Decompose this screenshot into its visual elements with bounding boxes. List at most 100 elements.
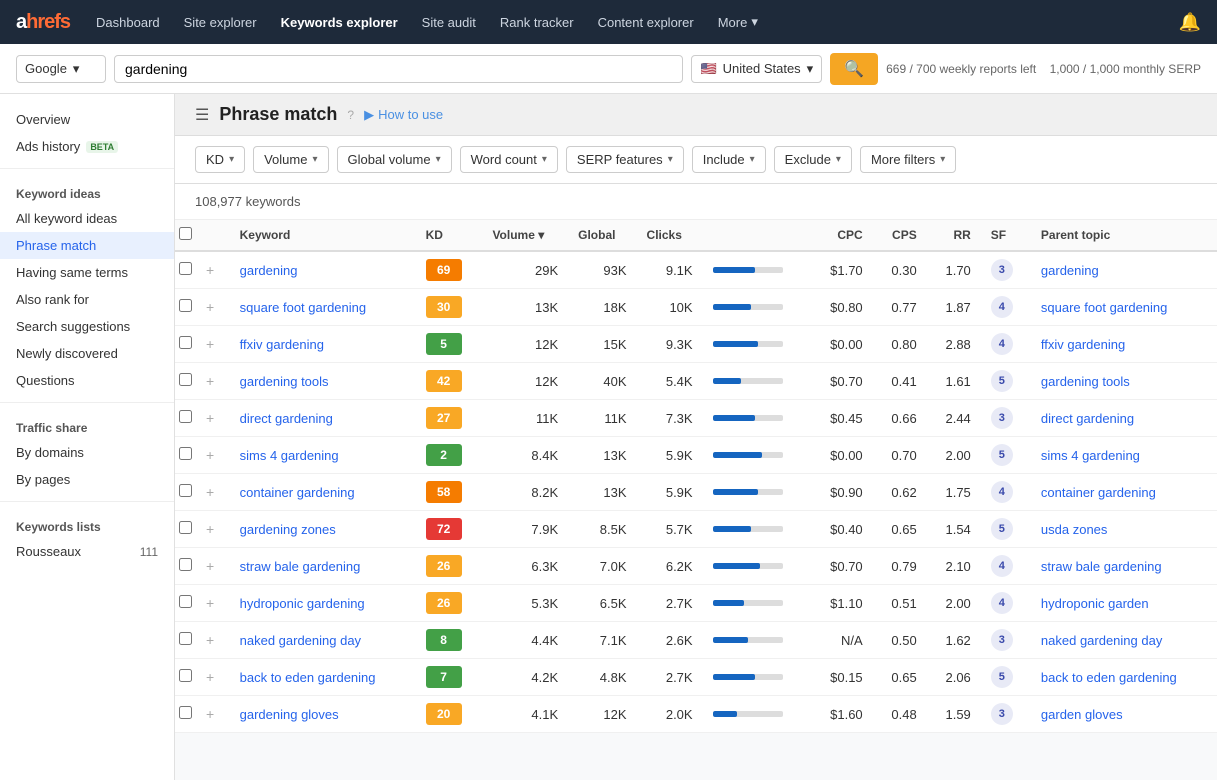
add-keyword-button[interactable]: + [206, 706, 214, 722]
parent-topic-link[interactable]: square foot gardening [1041, 300, 1167, 315]
add-keyword-button[interactable]: + [206, 521, 214, 537]
keyword-link[interactable]: container gardening [240, 485, 355, 500]
nav-more[interactable]: More ▾ [708, 8, 768, 36]
filter-more-filters[interactable]: More filters ▾ [860, 146, 956, 173]
add-keyword-button[interactable]: + [206, 373, 214, 389]
sidebar-item-search-suggestions[interactable]: Search suggestions [0, 313, 174, 340]
keyword-link[interactable]: direct gardening [240, 411, 333, 426]
add-keyword-button[interactable]: + [206, 447, 214, 463]
filter-global-volume[interactable]: Global volume ▾ [337, 146, 452, 173]
row-checkbox[interactable] [179, 521, 192, 534]
parent-topic-link[interactable]: garden gloves [1041, 707, 1123, 722]
menu-icon[interactable]: ☰ [195, 105, 209, 125]
search-input[interactable] [114, 55, 683, 83]
parent-topic-link[interactable]: ffxiv gardening [1041, 337, 1125, 352]
sidebar-item-by-pages[interactable]: By pages [0, 466, 174, 493]
row-checkbox[interactable] [179, 336, 192, 349]
th-volume[interactable]: Volume ▾ [482, 220, 568, 251]
global-cell: 4.8K [568, 659, 636, 696]
filter-word-count[interactable]: Word count ▾ [460, 146, 558, 173]
row-checkbox[interactable] [179, 299, 192, 312]
select-all-checkbox[interactable] [179, 227, 192, 240]
keyword-link[interactable]: ffxiv gardening [240, 337, 324, 352]
sidebar-item-phrase-match[interactable]: Phrase match [0, 232, 174, 259]
parent-topic-link[interactable]: container gardening [1041, 485, 1156, 500]
nav-site-explorer[interactable]: Site explorer [174, 9, 267, 36]
parent-topic-link[interactable]: direct gardening [1041, 411, 1134, 426]
nav-keywords-explorer[interactable]: Keywords explorer [271, 9, 408, 36]
sidebar-item-questions[interactable]: Questions [0, 367, 174, 394]
filter-kd[interactable]: KD ▾ [195, 146, 245, 173]
parent-topic-link[interactable]: back to eden gardening [1041, 670, 1177, 685]
add-keyword-button[interactable]: + [206, 299, 214, 315]
row-checkbox[interactable] [179, 373, 192, 386]
nav-rank-tracker[interactable]: Rank tracker [490, 9, 584, 36]
add-keyword-button[interactable]: + [206, 336, 214, 352]
how-to-use-link[interactable]: ▶ How to use [364, 107, 443, 123]
keyword-link[interactable]: naked gardening day [240, 633, 361, 648]
keyword-link[interactable]: straw bale gardening [240, 559, 361, 574]
add-keyword-button[interactable]: + [206, 262, 214, 278]
engine-select[interactable]: Google ▾ [16, 55, 106, 83]
sidebar-item-newly-discovered[interactable]: Newly discovered [0, 340, 174, 367]
cpc-cell: $0.70 [810, 548, 873, 585]
nav-content-explorer[interactable]: Content explorer [588, 9, 704, 36]
nav-dashboard[interactable]: Dashboard [86, 9, 170, 36]
sidebar-item-having-same-terms[interactable]: Having same terms [0, 259, 174, 286]
add-keyword-button[interactable]: + [206, 632, 214, 648]
row-checkbox[interactable] [179, 632, 192, 645]
sidebar-item-by-domains[interactable]: By domains [0, 439, 174, 466]
logo[interactable]: ahrefs [16, 11, 70, 34]
keyword-link[interactable]: square foot gardening [240, 300, 366, 315]
row-checkbox[interactable] [179, 447, 192, 460]
search-button[interactable]: 🔍 [830, 53, 878, 85]
th-sf[interactable]: SF [981, 220, 1031, 251]
parent-topic-link[interactable]: sims 4 gardening [1041, 448, 1140, 463]
notifications-bell-icon[interactable]: 🔔 [1179, 12, 1201, 33]
country-select[interactable]: 🇺🇸 United States ▾ [691, 55, 822, 83]
row-checkbox[interactable] [179, 410, 192, 423]
add-keyword-button[interactable]: + [206, 558, 214, 574]
parent-topic-link[interactable]: gardening [1041, 263, 1099, 278]
parent-topic-link[interactable]: straw bale gardening [1041, 559, 1162, 574]
keyword-link[interactable]: gardening zones [240, 522, 336, 537]
row-checkbox[interactable] [179, 595, 192, 608]
keyword-link[interactable]: gardening [240, 263, 298, 278]
th-keyword[interactable]: Keyword [230, 220, 416, 251]
sidebar-item-all-keyword-ideas[interactable]: All keyword ideas [0, 205, 174, 232]
filter-serp-features[interactable]: SERP features ▾ [566, 146, 684, 173]
keyword-link[interactable]: sims 4 gardening [240, 448, 339, 463]
parent-topic-link[interactable]: hydroponic garden [1041, 596, 1149, 611]
nav-site-audit[interactable]: Site audit [412, 9, 486, 36]
filter-volume[interactable]: Volume ▾ [253, 146, 328, 173]
parent-topic-link[interactable]: naked gardening day [1041, 633, 1162, 648]
row-checkbox[interactable] [179, 484, 192, 497]
th-rr[interactable]: RR [927, 220, 981, 251]
help-icon[interactable]: ? [347, 108, 354, 122]
add-keyword-button[interactable]: + [206, 595, 214, 611]
parent-topic-link[interactable]: usda zones [1041, 522, 1108, 537]
add-keyword-button[interactable]: + [206, 669, 214, 685]
parent-topic-link[interactable]: gardening tools [1041, 374, 1130, 389]
th-clicks[interactable]: Clicks [637, 220, 703, 251]
row-checkbox[interactable] [179, 558, 192, 571]
keyword-link[interactable]: gardening tools [240, 374, 329, 389]
th-kd[interactable]: KD [416, 220, 483, 251]
row-checkbox[interactable] [179, 706, 192, 719]
sidebar-item-also-rank-for[interactable]: Also rank for [0, 286, 174, 313]
th-global[interactable]: Global [568, 220, 636, 251]
add-keyword-button[interactable]: + [206, 484, 214, 500]
keyword-link[interactable]: back to eden gardening [240, 670, 376, 685]
th-cps[interactable]: CPS [873, 220, 927, 251]
sidebar-item-rousseaux[interactable]: Rousseaux 111 [0, 538, 174, 565]
th-cpc[interactable]: CPC [810, 220, 873, 251]
row-checkbox[interactable] [179, 669, 192, 682]
add-keyword-button[interactable]: + [206, 410, 214, 426]
filter-include[interactable]: Include ▾ [692, 146, 766, 173]
keyword-link[interactable]: hydroponic gardening [240, 596, 365, 611]
sidebar-item-overview[interactable]: Overview [0, 106, 174, 133]
sidebar-item-ads-history[interactable]: Ads history BETA [0, 133, 174, 160]
row-checkbox[interactable] [179, 262, 192, 275]
keyword-link[interactable]: gardening gloves [240, 707, 339, 722]
filter-exclude[interactable]: Exclude ▾ [774, 146, 852, 173]
